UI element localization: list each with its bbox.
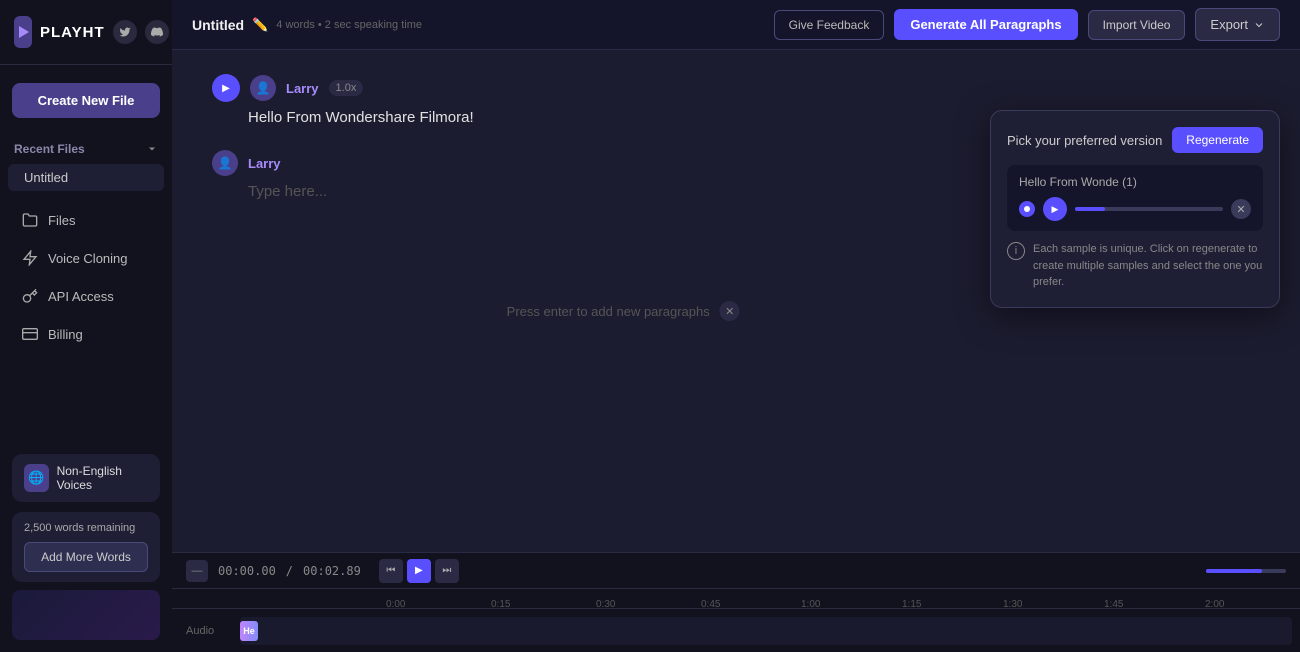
regenerate-button[interactable]: Regenerate	[1172, 127, 1263, 153]
timeline-controls: — 00:00.00 / 00:02.89 ⏮ ▶ ⏭	[172, 553, 1300, 589]
recent-files-header[interactable]: Recent Files	[0, 136, 172, 162]
generate-button[interactable]: Generate All Paragraphs	[894, 9, 1077, 40]
version-play-1-button[interactable]: ▶	[1043, 197, 1067, 221]
press-enter-hint: Press enter to add new paragraphs ✕	[507, 301, 740, 321]
track-audio-content[interactable]: He	[240, 617, 1292, 645]
recent-files-section: Recent Files Untitled	[0, 128, 172, 201]
sidebar-item-voice-cloning[interactable]: Voice Cloning	[8, 240, 164, 276]
sidebar: PLAYHT Create New File Recent Files Unti…	[0, 0, 172, 652]
timeline-time-current: 00:00.00	[218, 564, 276, 578]
version-popup: Pick your preferred version Regenerate H…	[990, 110, 1280, 308]
version-item-1: Hello From Wonde (1) ▶ ✕	[1007, 165, 1263, 231]
magic-icon	[22, 250, 38, 266]
sidebar-item-api-access[interactable]: API Access	[8, 278, 164, 314]
press-enter-text: Press enter to add new paragraphs	[507, 304, 710, 319]
ruler-2-00: 2:00	[1205, 599, 1224, 610]
sidebar-item-files[interactable]: Files	[8, 202, 164, 238]
sidebar-thumbnail	[12, 590, 160, 640]
api-access-label: API Access	[48, 289, 114, 304]
version-progress-fill-1	[1075, 207, 1105, 211]
file-meta: 4 words • 2 sec speaking time	[276, 19, 422, 31]
logo-icon	[14, 16, 32, 48]
export-button[interactable]: Export	[1195, 8, 1280, 41]
mute-button[interactable]: —	[186, 560, 208, 582]
timeline-tracks: Audio He	[172, 609, 1300, 652]
speaker-name-1[interactable]: Larry	[286, 81, 319, 96]
track-audio-label: Audio	[172, 625, 232, 637]
avatar-1: 👤	[250, 75, 276, 101]
top-bar-right: Give Feedback Generate All Paragraphs Im…	[774, 8, 1280, 41]
timeline-nav: ⏮ ▶ ⏭	[379, 559, 459, 583]
chevron-down-icon	[1253, 19, 1265, 31]
sidebar-item-billing[interactable]: Billing	[8, 316, 164, 352]
ruler-1-30: 1:30	[1003, 599, 1022, 610]
add-words-button[interactable]: Add More Words	[24, 542, 148, 572]
words-remaining-text: 2,500 words remaining	[24, 522, 148, 534]
ruler-1-45: 1:45	[1104, 599, 1123, 610]
words-remaining-box: 2,500 words remaining Add More Words	[12, 512, 160, 582]
import-video-button[interactable]: Import Video	[1088, 10, 1186, 40]
top-bar-left: Untitled ✏️ 4 words • 2 sec speaking tim…	[192, 17, 422, 33]
key-icon	[22, 288, 38, 304]
timeline-time-separator: /	[286, 564, 293, 578]
create-new-button[interactable]: Create New File	[12, 83, 160, 118]
info-icon: i	[1007, 242, 1025, 260]
give-feedback-button[interactable]: Give Feedback	[774, 10, 885, 40]
version-close-1-button[interactable]: ✕	[1231, 199, 1251, 219]
discord-icon[interactable]	[145, 20, 169, 44]
billing-icon	[22, 326, 38, 342]
files-label: Files	[48, 213, 75, 228]
timeline-ruler: 0:00 0:15 0:30 0:45 1:00 1:15 1:30 1:45 …	[172, 589, 1300, 609]
volume-fill	[1206, 569, 1262, 573]
version-progress-1[interactable]	[1075, 207, 1223, 211]
sidebar-bottom: 🌐 Non-English Voices 2,500 words remaini…	[0, 442, 172, 652]
play-button[interactable]: ▶	[407, 559, 431, 583]
version-title-1: Hello From Wonde (1)	[1019, 175, 1251, 189]
speed-badge-1[interactable]: 1.0x	[329, 80, 364, 96]
non-english-label: Non-English Voices	[57, 464, 148, 492]
ruler-1-15: 1:15	[902, 599, 921, 610]
timeline-time-total: 00:02.89	[303, 564, 361, 578]
timeline-volume	[1206, 569, 1286, 573]
track-segment-audio: He	[240, 621, 258, 641]
logo-area: PLAYHT	[0, 0, 172, 64]
version-radio-inner-1	[1024, 206, 1030, 212]
logo-text: PLAYHT	[40, 24, 105, 41]
paragraph-meta-1: ▶ 👤 Larry 1.0x	[212, 74, 1260, 102]
non-english-voices-item[interactable]: 🌐 Non-English Voices	[12, 454, 160, 502]
skip-forward-button[interactable]: ⏭	[435, 559, 459, 583]
top-bar: Untitled ✏️ 4 words • 2 sec speaking tim…	[172, 0, 1300, 50]
recent-file-untitled[interactable]: Untitled	[8, 164, 164, 191]
twitter-icon[interactable]	[113, 20, 137, 44]
export-label: Export	[1210, 17, 1248, 32]
dismiss-hint-button[interactable]: ✕	[720, 301, 740, 321]
ruler-1-00: 1:00	[801, 599, 820, 610]
speaker-name-2[interactable]: Larry	[248, 156, 281, 171]
folder-icon	[22, 212, 38, 228]
recent-files-label: Recent Files	[14, 142, 85, 156]
popup-header: Pick your preferred version Regenerate	[1007, 127, 1263, 153]
sidebar-divider	[0, 64, 172, 65]
play-paragraph-1-button[interactable]: ▶	[212, 74, 240, 102]
avatar-2: 👤	[212, 150, 238, 176]
billing-label: Billing	[48, 327, 83, 342]
timeline-area: — 00:00.00 / 00:02.89 ⏮ ▶ ⏭ 0:00 0:15 0:…	[172, 552, 1300, 652]
ruler-0-45: 0:45	[701, 599, 720, 610]
version-controls-1: ▶ ✕	[1019, 197, 1251, 221]
popup-title: Pick your preferred version	[1007, 133, 1162, 148]
ruler-0-00: 0:00	[386, 599, 405, 610]
ruler-0-30: 0:30	[596, 599, 615, 610]
main-area: Untitled ✏️ 4 words • 2 sec speaking tim…	[172, 0, 1300, 652]
file-title: Untitled	[192, 17, 244, 33]
non-english-icon: 🌐	[24, 464, 49, 492]
voice-cloning-label: Voice Cloning	[48, 251, 128, 266]
version-radio-1[interactable]	[1019, 201, 1035, 217]
skip-back-button[interactable]: ⏮	[379, 559, 403, 583]
volume-bar[interactable]	[1206, 569, 1286, 573]
popup-info-text: Each sample is unique. Click on regenera…	[1033, 241, 1263, 291]
ruler-0-15: 0:15	[491, 599, 510, 610]
editor-area: ▶ 👤 Larry 1.0x Hello From Wondershare Fi…	[172, 50, 1300, 552]
edit-icon[interactable]: ✏️	[252, 17, 268, 33]
popup-info: i Each sample is unique. Click on regene…	[1007, 241, 1263, 291]
